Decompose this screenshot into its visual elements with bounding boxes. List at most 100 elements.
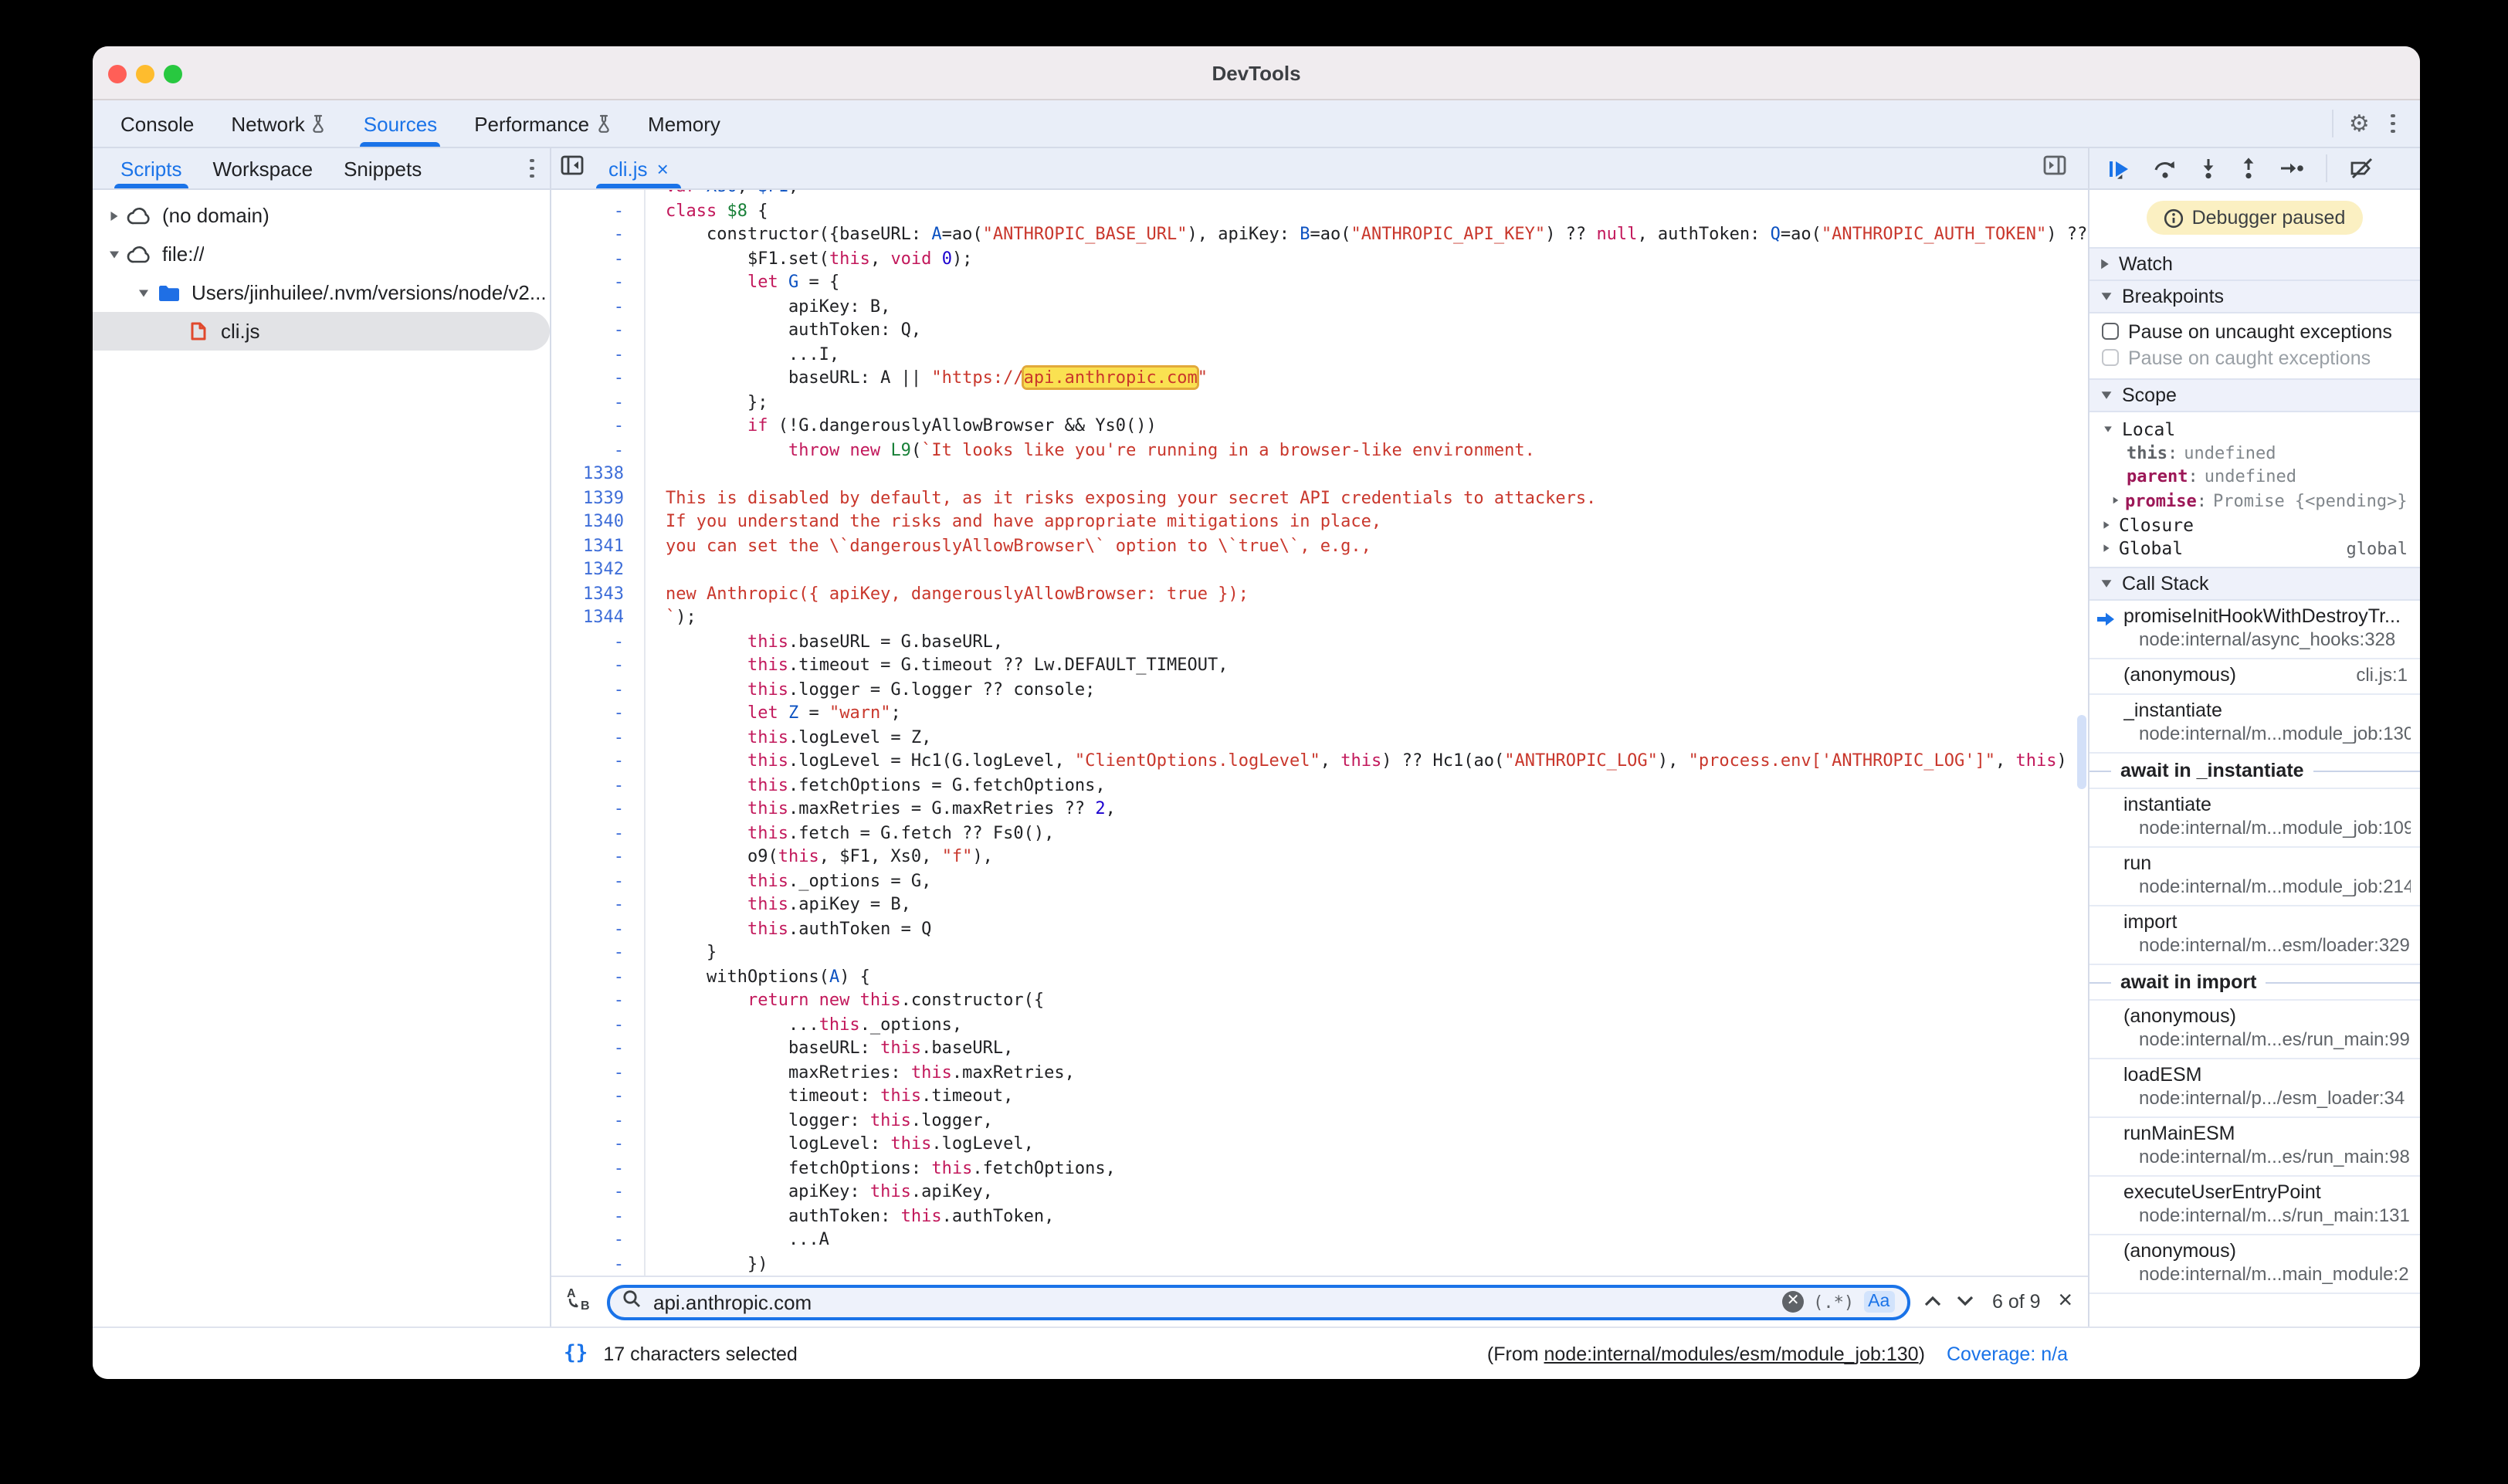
next-match-icon[interactable] (1954, 1288, 1974, 1316)
gutter-line[interactable]: - (551, 750, 624, 774)
gutter-line[interactable]: 1340 (551, 511, 624, 535)
code-line-32[interactable]: this.authToken = Q (666, 918, 2088, 942)
code-line-16[interactable]: you can set the \`dangerouslyAllowBrowse… (666, 535, 2088, 559)
code-line-17[interactable] (666, 559, 2088, 583)
gutter-line[interactable]: - (551, 1062, 624, 1086)
gutter-line[interactable]: - (551, 894, 624, 918)
code-line-7[interactable]: authToken: Q, (666, 320, 2088, 344)
gutter-line[interactable]: - (551, 368, 624, 391)
gutter-line[interactable]: 1339 (551, 487, 624, 511)
gutter-line[interactable]: - (551, 1086, 624, 1110)
code-line-12[interactable]: throw new L9(`It looks like you're runni… (666, 439, 2088, 463)
match-case-toggle[interactable]: Aa (1863, 1291, 1894, 1313)
checkbox-row-pause-on-uncaught-exceptions[interactable]: Pause on uncaught exceptions (2089, 318, 2420, 344)
code-line-46[interactable]: }) (666, 1253, 2088, 1276)
scope-prop-this[interactable]: this:undefined (2089, 441, 2420, 465)
scope-group-closure[interactable]: Closure (2089, 513, 2420, 537)
call-stack-frame[interactable]: runnode:internal/m...module_job:214 (2089, 848, 2420, 906)
code-line-33[interactable]: } (666, 942, 2088, 966)
call-stack-frame[interactable]: _instantiatenode:internal/m...module_job… (2089, 695, 2420, 754)
gutter-line[interactable]: - (551, 1253, 624, 1276)
replace-toggle-icon[interactable]: AB (564, 1284, 595, 1320)
code-line-28[interactable]: this.fetch = G.fetch ?? Fs0(), (666, 822, 2088, 846)
subtab-snippets[interactable]: Snippets (328, 148, 437, 188)
code-line-39[interactable]: timeout: this.timeout, (666, 1086, 2088, 1110)
code-line-14[interactable]: This is disabled by default, as it risks… (666, 487, 2088, 511)
code-line-35[interactable]: return new this.constructor({ (666, 990, 2088, 1014)
tree-item--no-domain-[interactable]: (no domain) (93, 196, 550, 235)
tab-performance[interactable]: Performance (456, 100, 629, 147)
code-line-41[interactable]: logLevel: this.logLevel, (666, 1133, 2088, 1157)
pretty-print-icon[interactable]: {} (564, 1342, 588, 1365)
chevron-right-icon[interactable] (105, 209, 124, 222)
section-breakpoints[interactable]: Breakpoints (2089, 281, 2420, 313)
call-stack-frame[interactable]: instantiatenode:internal/m...module_job:… (2089, 789, 2420, 848)
code-line-31[interactable]: this.apiKey = B, (666, 894, 2088, 918)
code-line-23[interactable]: let Z = "warn"; (666, 703, 2088, 727)
call-stack-frame[interactable]: runMainESMnode:internal/m...es/run_main:… (2089, 1118, 2420, 1177)
gutter-line[interactable]: 1342 (551, 559, 624, 583)
editor-scrollbar[interactable] (2077, 715, 2086, 789)
code-line-27[interactable]: this.maxRetries = G.maxRetries ?? 2, (666, 798, 2088, 822)
gutter-line[interactable]: - (551, 1038, 624, 1062)
gutter-line[interactable]: - (551, 1205, 624, 1229)
code-line-15[interactable]: If you understand the risks and have app… (666, 511, 2088, 535)
gutter-line[interactable]: - (551, 248, 624, 272)
close-tab-icon[interactable]: × (657, 157, 669, 180)
gutter-line[interactable]: - (551, 703, 624, 727)
gutter-line[interactable]: - (551, 415, 624, 439)
section-scope[interactable]: Scope (2089, 378, 2420, 412)
gutter-line[interactable]: - (551, 190, 624, 200)
tree-item-cli-js[interactable]: cli.js (93, 312, 550, 351)
scope-prop-parent[interactable]: parent:undefined (2089, 465, 2420, 489)
gutter-line[interactable]: 1344 (551, 607, 624, 631)
checkbox[interactable] (2102, 323, 2119, 340)
code-line-44[interactable]: authToken: this.authToken, (666, 1205, 2088, 1229)
gutter-line[interactable]: 1338 (551, 463, 624, 487)
tab-sources[interactable]: Sources (345, 100, 456, 147)
code-line-30[interactable]: this._options = G, (666, 870, 2088, 894)
more-menu-icon[interactable] (2385, 114, 2401, 134)
scope-group-local[interactable]: Local (2089, 417, 2420, 441)
clear-search-icon[interactable]: ✕ (1782, 1291, 1804, 1313)
code-line-42[interactable]: fetchOptions: this.fetchOptions, (666, 1157, 2088, 1181)
navigator-more-icon[interactable] (524, 158, 550, 178)
gutter-line[interactable]: - (551, 344, 624, 368)
gutter-line[interactable]: - (551, 1157, 624, 1181)
code-line-21[interactable]: this.timeout = G.timeout ?? Lw.DEFAULT_T… (666, 655, 2088, 679)
source-link[interactable]: node:internal/modules/esm/module_job:130 (1544, 1343, 1919, 1364)
code-line-26[interactable]: this.fetchOptions = G.fetchOptions, (666, 774, 2088, 798)
gutter-line[interactable]: - (551, 1014, 624, 1038)
code-line-5[interactable]: let G = { (666, 272, 2088, 296)
code-line-38[interactable]: maxRetries: this.maxRetries, (666, 1062, 2088, 1086)
call-stack-frame[interactable]: executeUserEntryPointnode:internal/m...s… (2089, 1177, 2420, 1235)
code-editor[interactable]: ------------1338133913401341134213431344… (551, 190, 2088, 1276)
call-stack-frame[interactable]: promiseInitHookWithDestroyTr...node:inte… (2089, 601, 2420, 659)
gutter-line[interactable]: 1343 (551, 583, 624, 607)
hide-debugger-sidebar-icon[interactable] (2043, 154, 2066, 183)
gutter-line[interactable]: - (551, 966, 624, 990)
code-line-43[interactable]: apiKey: this.apiKey, (666, 1181, 2088, 1205)
step-over-button[interactable] (2153, 158, 2178, 178)
code-line-45[interactable]: ...A (666, 1229, 2088, 1253)
code-line-11[interactable]: if (!G.dangerouslyAllowBrowser && Ys0()) (666, 415, 2088, 439)
code-line-4[interactable]: $F1.set(this, void 0); (666, 248, 2088, 272)
gutter-line[interactable]: - (551, 631, 624, 655)
tree-item-users-jinhuilee-nvm-versions-node-v2-[interactable]: Users/jinhuilee/.nvm/versions/node/v2... (93, 273, 550, 312)
code-line-1[interactable]: var Xs0, $F1; (666, 190, 2088, 200)
code-line-24[interactable]: this.logLevel = Z, (666, 727, 2088, 750)
gutter-line[interactable]: - (551, 1133, 624, 1157)
code-line-34[interactable]: withOptions(A) { (666, 966, 2088, 990)
code-line-3[interactable]: constructor({baseURL: A=ao("ANTHROPIC_BA… (666, 224, 2088, 248)
gutter-line[interactable]: - (551, 272, 624, 296)
gutter-line[interactable]: 1341 (551, 535, 624, 559)
code-line-6[interactable]: apiKey: B, (666, 296, 2088, 320)
step-into-button[interactable] (2199, 158, 2218, 179)
gutter-line[interactable]: - (551, 918, 624, 942)
code-line-2[interactable]: class $8 { (666, 200, 2088, 224)
section-call-stack[interactable]: Call Stack (2089, 567, 2420, 601)
tree-item-file-[interactable]: file:// (93, 235, 550, 273)
previous-match-icon[interactable] (1922, 1288, 1942, 1316)
gutter-line[interactable]: - (551, 727, 624, 750)
gutter-line[interactable]: - (551, 439, 624, 463)
